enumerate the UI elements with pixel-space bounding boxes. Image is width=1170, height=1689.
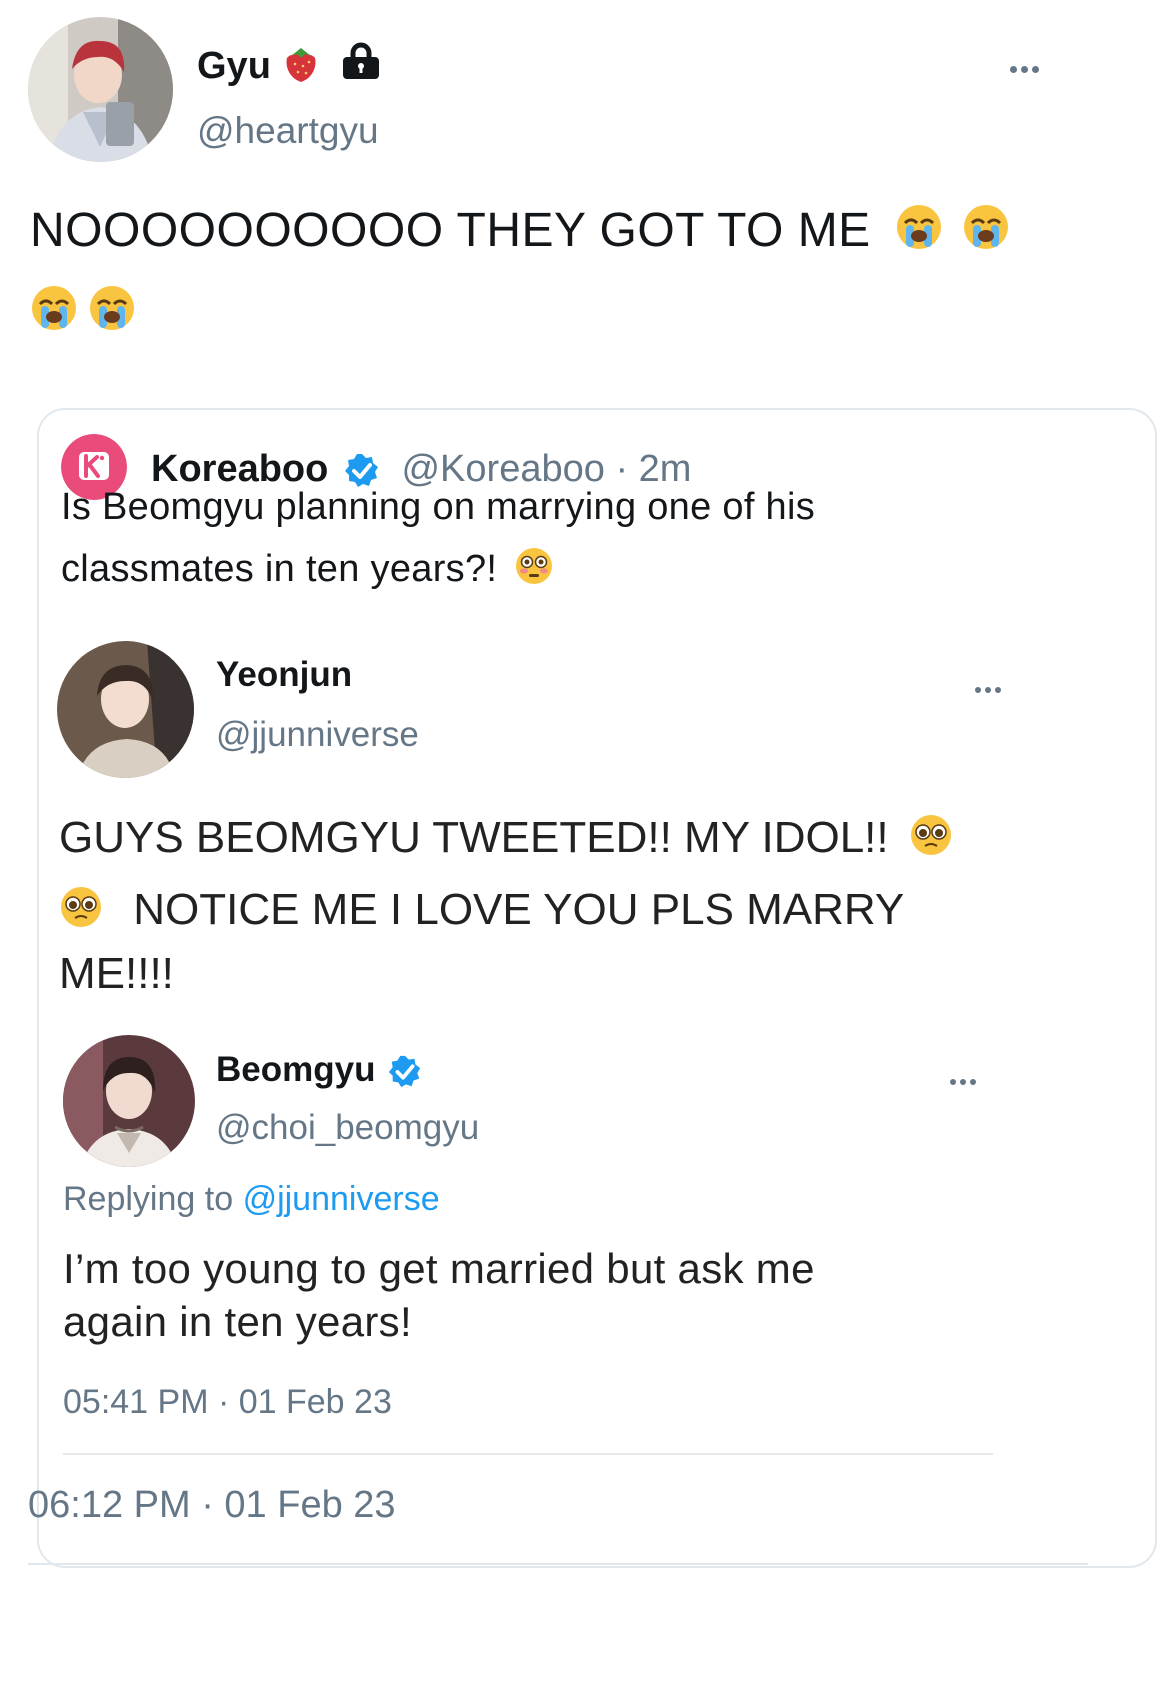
replying-to: Replying to @jjunniverse [63,1180,440,1219]
quoted-tweet-card[interactable]: Koreaboo @Koreaboo · 2m Is Beomgyu plann… [37,408,1157,1568]
beomgyu-text-line1: I’m too young to get married but ask me [63,1245,815,1292]
quote-display-name[interactable]: Koreaboo [151,448,328,490]
tweet-text-line1: NOOOOOOOOOO THEY GOT TO ME [30,204,871,257]
tweet-timestamp: 06:12 PM · 01 Feb 23 [28,1484,396,1526]
quote-handle[interactable]: @Koreaboo [401,448,604,490]
loudly-crying-face-icon [962,203,1010,263]
beomgyu-handle[interactable]: @choi_beomgyu [216,1108,479,1148]
more-options-icon[interactable] [950,1072,980,1090]
beomgyu-timestamp: 05:41 PM · 01 Feb 23 [63,1383,392,1421]
beomgyu-text-line2: again in ten years! [63,1298,412,1345]
yeonjun-avatar[interactable] [57,641,194,778]
replying-prefix: Replying to [63,1180,234,1218]
quote-text-line2: classmates in ten years?! [61,546,554,596]
divider [28,1563,1088,1565]
pleading-face-icon [909,813,953,868]
replying-handle-link[interactable]: @jjunniverse [243,1180,440,1218]
beomgyu-display-name[interactable]: Beomgyu [216,1050,375,1089]
quote-text-line2-text: classmates in ten years?! [61,548,498,591]
pleading-face-icon [59,885,103,940]
handle[interactable]: @heartgyu [197,110,379,152]
more-options-icon[interactable] [1010,60,1043,78]
yeonjun-display-name[interactable]: Yeonjun [216,655,352,695]
yeonjun-text-line2: NOTICE ME I LOVE YOU PLS MARRY [59,885,904,940]
yeonjun-text-line2-text: NOTICE ME I LOVE YOU PLS MARRY [133,885,905,935]
loudly-crying-face-icon [30,284,78,337]
tweet-text-line2 [30,284,136,337]
quote-media-screenshot[interactable]: Yeonjun @jjunniverse GUYS BEOMGYU TWEETE… [55,635,1095,1515]
display-name[interactable]: Gyu [197,45,271,88]
beomgyu-name-row: Beomgyu [216,1050,423,1090]
yeonjun-text-line1-text: GUYS BEOMGYU TWEETED!! MY IDOL!! [59,813,889,863]
flushed-face-icon [514,546,554,596]
yeonjun-text-line1: GUYS BEOMGYU TWEETED!! MY IDOL!! [59,813,953,868]
beomgyu-avatar[interactable] [63,1035,195,1167]
yeonjun-handle[interactable]: @jjunniverse [216,715,419,755]
quote-header: Koreaboo @Koreaboo · 2m [151,448,691,491]
avatar[interactable] [28,17,173,162]
tweet-text: NOOOOOOOOOO THEY GOT TO ME [30,203,1010,263]
quote-text-line1: Is Beomgyu planning on marrying one of h… [61,486,816,528]
verified-badge-icon [387,1054,423,1090]
lock-icon [341,42,381,85]
yeonjun-text-line3: ME!!!! [59,949,174,998]
more-options-icon[interactable] [975,680,1005,698]
divider [63,1453,993,1455]
verified-badge-icon [343,452,381,490]
quote-time: · 2m [615,448,692,490]
loudly-crying-face-icon [88,284,136,337]
strawberry-icon [283,44,319,89]
loudly-crying-face-icon [895,203,943,263]
